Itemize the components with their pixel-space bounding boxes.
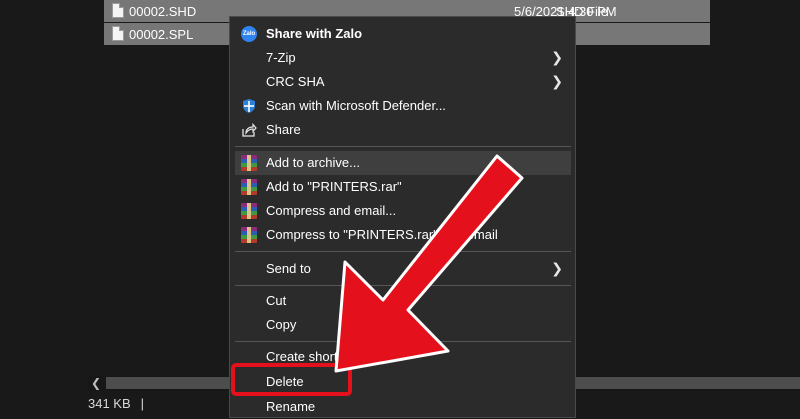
red-arrow-icon [334, 154, 524, 373]
